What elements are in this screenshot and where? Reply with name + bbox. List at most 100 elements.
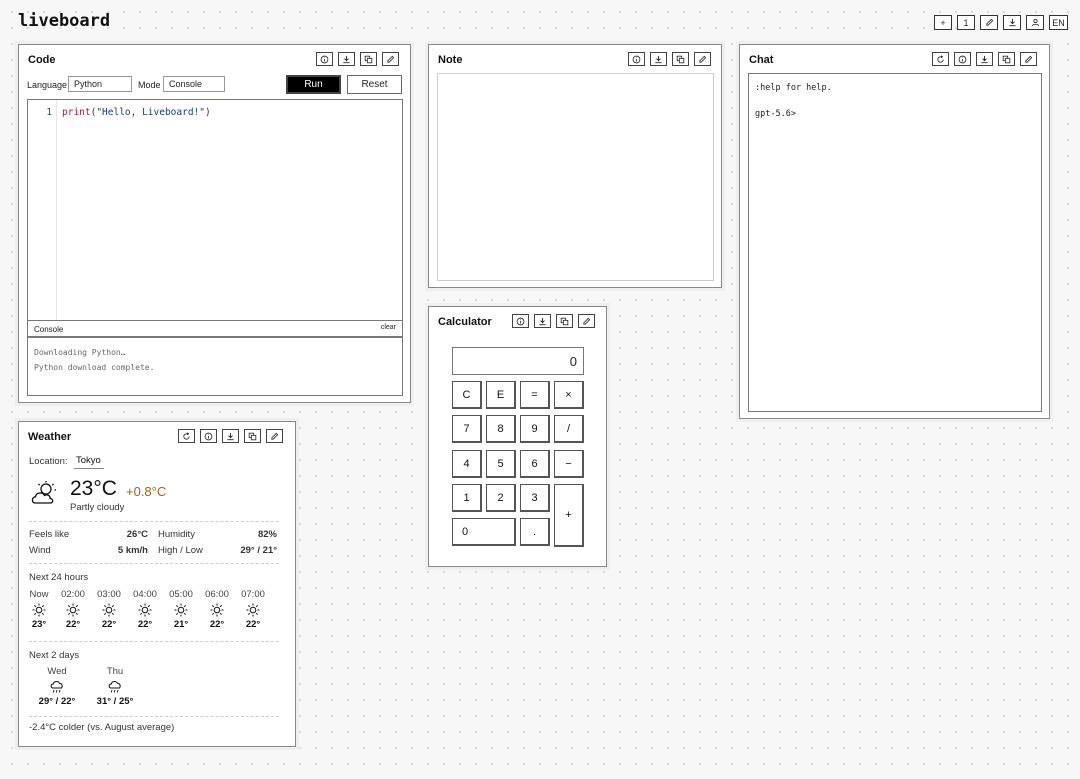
calc-key-9[interactable]: 9 <box>520 415 550 443</box>
hourly-forecast: Now 23° 02:00 22° 03:00 22° 04:00 22° 05… <box>27 589 289 637</box>
rain-icon <box>108 681 121 693</box>
info-icon <box>958 55 967 63</box>
info-button[interactable] <box>316 52 333 66</box>
current-temperature: 23°C <box>70 477 117 500</box>
copy-icon <box>1002 55 1011 63</box>
edit-button[interactable] <box>266 429 283 443</box>
info-button[interactable] <box>512 314 529 328</box>
download-icon <box>539 317 546 325</box>
copy-button[interactable] <box>556 314 573 328</box>
download-button[interactable] <box>976 52 993 66</box>
download-icon <box>655 55 662 63</box>
divider <box>29 521 279 522</box>
panel-title: Weather <box>28 431 72 443</box>
mode-select[interactable]: Console <box>163 76 225 92</box>
language-button[interactable]: EN <box>1049 15 1068 30</box>
panel-actions <box>178 429 283 443</box>
info-icon <box>320 55 329 63</box>
sun-icon <box>66 603 80 617</box>
copy-button[interactable] <box>672 52 689 66</box>
add-board-button[interactable]: + <box>934 15 952 30</box>
edit-icon <box>387 55 395 63</box>
feels-like-label: Feels like <box>29 529 70 540</box>
copy-button[interactable] <box>998 52 1015 66</box>
copy-icon <box>560 317 569 325</box>
day-name: Wed <box>47 666 67 677</box>
edit-button[interactable] <box>382 52 399 66</box>
user-button[interactable] <box>1026 15 1044 30</box>
note-panel: Note <box>428 44 722 288</box>
calc-key-2[interactable]: 2 <box>486 484 516 512</box>
edit-button[interactable] <box>578 314 595 328</box>
hour-item: Now 23° <box>27 589 51 630</box>
info-button[interactable] <box>628 52 645 66</box>
calc-key-clear[interactable]: C <box>452 381 482 409</box>
calc-key-divide[interactable]: / <box>554 415 584 443</box>
panel-actions <box>512 314 595 328</box>
calc-key-decimal[interactable]: . <box>520 518 550 546</box>
panel-title: Calculator <box>438 316 492 328</box>
hour-temp: 22° <box>101 619 117 630</box>
copy-icon <box>364 55 373 63</box>
info-button[interactable] <box>200 429 217 443</box>
line-gutter: 1 <box>28 100 57 320</box>
download-button[interactable] <box>222 429 239 443</box>
calc-key-5[interactable]: 5 <box>486 450 516 478</box>
download-button[interactable] <box>650 52 667 66</box>
hour-temp: 22° <box>65 619 81 630</box>
sun-icon <box>174 603 188 617</box>
edit-board-button[interactable] <box>980 15 998 30</box>
panel-title: Note <box>438 54 463 66</box>
calc-key-8[interactable]: 8 <box>486 415 516 443</box>
calc-key-equals[interactable]: = <box>520 381 550 409</box>
divider <box>29 716 279 717</box>
reset-button[interactable] <box>932 52 949 66</box>
calc-key-3[interactable]: 3 <box>520 484 550 512</box>
note-textarea[interactable] <box>437 73 714 281</box>
copy-button[interactable] <box>360 52 377 66</box>
calc-key-7[interactable]: 7 <box>452 415 482 443</box>
humidity-label: Humidity <box>158 529 195 540</box>
code-editor[interactable]: 1 print("Hello, Liveboard!") <box>27 99 403 321</box>
panel-title: Code <box>28 54 56 66</box>
download-button[interactable] <box>534 314 551 328</box>
calc-key-0[interactable]: 0 <box>452 518 516 546</box>
console-clear-button[interactable]: clear <box>381 324 396 331</box>
copy-button[interactable] <box>244 429 261 443</box>
download-icon <box>343 55 350 63</box>
calc-key-minus[interactable]: − <box>554 450 584 478</box>
sun-icon <box>138 603 152 617</box>
calc-key-multiply[interactable]: × <box>554 381 584 409</box>
chat-terminal[interactable]: :help for help. gpt-5.6> <box>748 73 1042 412</box>
calc-key-6[interactable]: 6 <box>520 450 550 478</box>
sun-icon <box>246 603 260 617</box>
refresh-icon <box>183 431 190 440</box>
console-line: Downloading Python… <box>34 348 126 357</box>
calc-key-4[interactable]: 4 <box>452 450 482 478</box>
reset-button[interactable]: Reset <box>347 75 402 94</box>
run-button[interactable]: Run <box>286 75 341 94</box>
calc-key-clear-entry[interactable]: E <box>486 381 516 409</box>
download-icon <box>227 432 234 440</box>
info-button[interactable] <box>954 52 971 66</box>
hour-item: 07:00 22° <box>241 589 265 630</box>
panel-actions <box>932 52 1037 66</box>
refresh-button[interactable] <box>178 429 195 443</box>
edit-button[interactable] <box>694 52 711 66</box>
calc-key-plus[interactable]: + <box>554 484 584 547</box>
download-icon <box>981 55 988 63</box>
download-board-button[interactable] <box>1003 15 1021 30</box>
download-button[interactable] <box>338 52 355 66</box>
temperature-delta: +0.8°C <box>126 484 167 499</box>
location-input[interactable]: Tokyo <box>74 455 104 469</box>
hour-time: 03:00 <box>97 589 121 600</box>
high-low-label: High / Low <box>158 545 203 556</box>
calc-key-1[interactable]: 1 <box>452 484 482 512</box>
edit-button[interactable] <box>1020 52 1037 66</box>
feels-like-value: 26°C <box>126 529 148 540</box>
line-number: 1 <box>46 107 52 118</box>
language-select[interactable]: Python <box>68 76 132 92</box>
panel-actions <box>316 52 399 66</box>
hour-time: 07:00 <box>241 589 265 600</box>
board-number-button[interactable]: 1 <box>957 15 975 30</box>
